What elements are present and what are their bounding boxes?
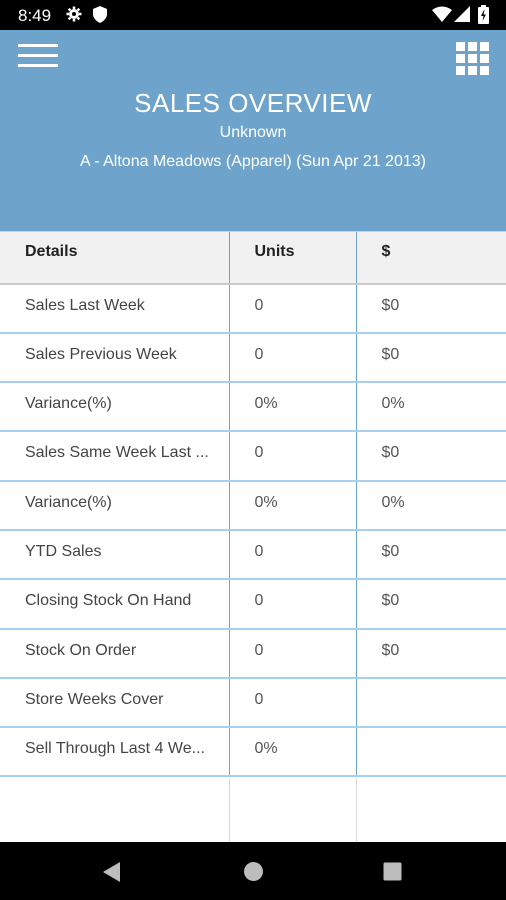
row-dollars: $0 bbox=[355, 431, 506, 482]
table-row[interactable]: Sell Through Last 4 We... 0% bbox=[0, 727, 506, 778]
page-subtitle: Unknown bbox=[219, 124, 287, 141]
back-button[interactable] bbox=[102, 861, 122, 888]
row-units: 0 bbox=[228, 628, 356, 679]
table-row[interactable]: Store Weeks Cover 0 bbox=[0, 677, 506, 729]
row-details: Variance(%) bbox=[0, 382, 229, 433]
shield-icon bbox=[93, 6, 107, 28]
table-row[interactable]: Sales Previous Week 0 $0 bbox=[0, 332, 506, 384]
page-title: SALES OVERVIEW bbox=[134, 88, 372, 118]
row-details: YTD Sales bbox=[0, 529, 229, 581]
signal-icon bbox=[454, 6, 470, 27]
sales-table: Details Units $ Sales Last Week 0 $0 Sal… bbox=[0, 231, 506, 778]
table-empty-area bbox=[0, 778, 506, 842]
column-header-units[interactable]: Units bbox=[228, 231, 356, 285]
store-label: A - Altona Meadows (Apparel) (Sun Apr 21… bbox=[80, 153, 426, 170]
table-row[interactable]: Closing Stock On Hand 0 $0 bbox=[0, 579, 506, 630]
row-details: Closing Stock On Hand bbox=[0, 579, 229, 630]
table-header-row: Details Units $ bbox=[0, 231, 506, 285]
recents-icon bbox=[383, 862, 402, 881]
row-dollars: $0 bbox=[355, 529, 506, 581]
table-row[interactable]: Variance(%) 0% 0% bbox=[0, 480, 506, 531]
home-button[interactable] bbox=[243, 861, 264, 887]
gear-icon bbox=[66, 6, 82, 27]
row-details: Sales Last Week bbox=[0, 283, 229, 334]
back-icon bbox=[103, 862, 120, 882]
row-dollars: 0% bbox=[355, 480, 506, 531]
hamburger-menu-icon bbox=[18, 44, 58, 67]
system-navigation-bar bbox=[0, 842, 506, 900]
battery-icon bbox=[478, 5, 489, 29]
column-header-details[interactable]: Details bbox=[0, 231, 229, 285]
column-divider bbox=[229, 778, 230, 842]
row-units: 0 bbox=[228, 431, 356, 482]
table-row[interactable]: Stock On Order 0 $0 bbox=[0, 628, 506, 679]
row-details: Sales Same Week Last ... bbox=[0, 431, 229, 482]
menu-button[interactable] bbox=[18, 42, 58, 70]
row-details: Variance(%) bbox=[0, 480, 229, 531]
row-units: 0 bbox=[228, 579, 356, 630]
row-dollars: $0 bbox=[355, 332, 506, 384]
row-units: 0 bbox=[228, 283, 356, 334]
recents-button[interactable] bbox=[383, 862, 402, 886]
column-divider bbox=[356, 778, 357, 842]
row-units: 0 bbox=[228, 332, 356, 384]
row-details: Sell Through Last 4 We... bbox=[0, 727, 229, 778]
row-details: Stock On Order bbox=[0, 628, 229, 679]
row-units: 0% bbox=[228, 382, 356, 433]
row-details: Sales Previous Week bbox=[0, 332, 229, 384]
table-row[interactable]: YTD Sales 0 $0 bbox=[0, 529, 506, 581]
table-row[interactable]: Sales Same Week Last ... 0 $0 bbox=[0, 431, 506, 482]
row-dollars: $0 bbox=[355, 628, 506, 679]
app-header: SALES OVERVIEW Unknown A - Altona Meadow… bbox=[0, 30, 506, 231]
apps-button[interactable] bbox=[456, 42, 489, 75]
row-units: 0 bbox=[228, 529, 356, 581]
home-icon bbox=[244, 862, 263, 881]
row-units: 0 bbox=[228, 677, 356, 729]
row-dollars: $0 bbox=[355, 579, 506, 630]
table-row[interactable]: Sales Last Week 0 $0 bbox=[0, 283, 506, 334]
column-header-dollars[interactable]: $ bbox=[355, 231, 506, 285]
row-details: Store Weeks Cover bbox=[0, 677, 229, 729]
grid-apps-icon bbox=[456, 42, 489, 75]
row-dollars: $0 bbox=[355, 283, 506, 334]
row-dollars: 0% bbox=[355, 382, 506, 433]
status-bar: 8:49 bbox=[0, 0, 506, 30]
row-units: 0% bbox=[228, 480, 356, 531]
row-units: 0% bbox=[228, 727, 356, 778]
row-dollars bbox=[355, 677, 506, 729]
table-row[interactable]: Variance(%) 0% 0% bbox=[0, 382, 506, 433]
row-dollars bbox=[355, 727, 506, 778]
status-time: 8:49 bbox=[18, 6, 52, 25]
wifi-icon bbox=[432, 6, 452, 27]
